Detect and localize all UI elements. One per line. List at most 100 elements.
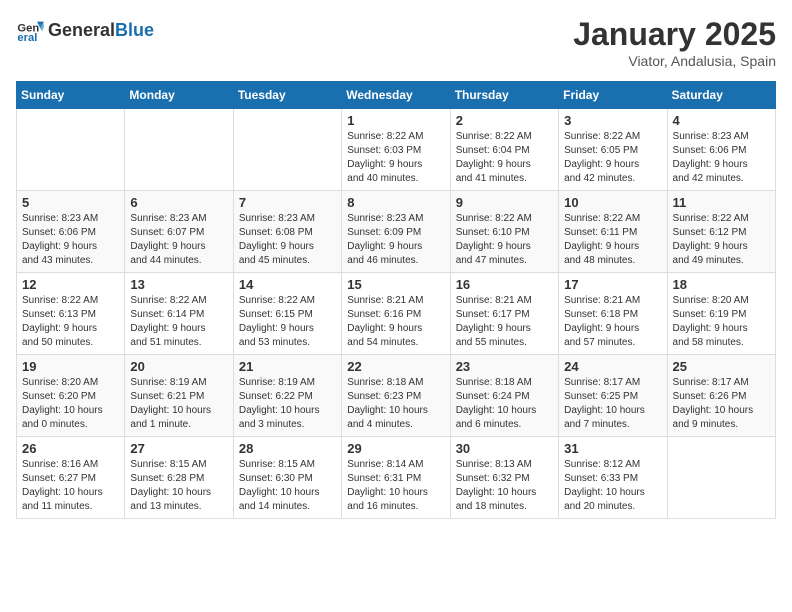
day-info: Sunrise: 8:15 AM Sunset: 6:28 PM Dayligh… [130, 458, 227, 514]
title-block: January 2025 Viator, Andalusia, Spain [573, 16, 776, 69]
calendar-cell: 22Sunrise: 8:18 AM Sunset: 6:23 PM Dayli… [342, 355, 450, 437]
header-sunday: Sunday [17, 82, 125, 109]
day-info: Sunrise: 8:20 AM Sunset: 6:20 PM Dayligh… [22, 376, 119, 432]
day-info: Sunrise: 8:21 AM Sunset: 6:17 PM Dayligh… [456, 294, 553, 350]
day-number: 13 [130, 277, 227, 292]
day-info: Sunrise: 8:22 AM Sunset: 6:14 PM Dayligh… [130, 294, 227, 350]
day-number: 1 [347, 113, 444, 128]
day-number: 24 [564, 359, 661, 374]
day-number: 21 [239, 359, 336, 374]
day-number: 14 [239, 277, 336, 292]
svg-text:eral: eral [17, 32, 37, 44]
day-info: Sunrise: 8:16 AM Sunset: 6:27 PM Dayligh… [22, 458, 119, 514]
day-number: 28 [239, 441, 336, 456]
calendar-week-2: 5 Sunrise: 8:23 AM Sunset: 6:06 PM Daylig… [17, 191, 776, 273]
calendar-cell: 21 Sunrise: 8:19 AM Sunset: 6:22 PM Dayli… [233, 355, 341, 437]
day-info: Sunrise: 8:22 AM Sunset: 6:05 PM Dayligh… [564, 130, 661, 186]
day-info: Sunrise: 8:22 AM Sunset: 6:15 PM Dayligh… [239, 294, 336, 350]
calendar-cell: 1 Sunrise: 8:22 AM Sunset: 6:03 PM Daylig… [342, 109, 450, 191]
calendar-cell: 27 Sunrise: 8:15 AM Sunset: 6:28 PM Dayli… [125, 437, 233, 519]
day-info: Sunrise: 8:21 AM Sunset: 6:18 PM Dayligh… [564, 294, 661, 350]
calendar-week-4: 19Sunrise: 8:20 AM Sunset: 6:20 PM Dayli… [17, 355, 776, 437]
calendar-cell: 19Sunrise: 8:20 AM Sunset: 6:20 PM Dayli… [17, 355, 125, 437]
logo-icon: Gen eral [16, 16, 44, 44]
day-info: Sunrise: 8:17 AM Sunset: 6:26 PM Dayligh… [673, 376, 770, 432]
day-info: Sunrise: 8:14 AM Sunset: 6:31 PM Dayligh… [347, 458, 444, 514]
calendar-cell: 8Sunrise: 8:23 AM Sunset: 6:09 PM Daylig… [342, 191, 450, 273]
day-info: Sunrise: 8:21 AM Sunset: 6:16 PM Dayligh… [347, 294, 444, 350]
calendar-cell [17, 109, 125, 191]
day-number: 20 [130, 359, 227, 374]
calendar-cell: 29 Sunrise: 8:14 AM Sunset: 6:31 PM Dayli… [342, 437, 450, 519]
calendar-table: Sunday Monday Tuesday Wednesday Thursday… [16, 81, 776, 519]
day-info: Sunrise: 8:12 AM Sunset: 6:33 PM Dayligh… [564, 458, 661, 514]
day-number: 23 [456, 359, 553, 374]
day-number: 8 [347, 195, 444, 210]
calendar-cell: 31Sunrise: 8:12 AM Sunset: 6:33 PM Dayli… [559, 437, 667, 519]
calendar-cell: 28 Sunrise: 8:15 AM Sunset: 6:30 PM Dayli… [233, 437, 341, 519]
calendar-cell: 14 Sunrise: 8:22 AM Sunset: 6:15 PM Dayli… [233, 273, 341, 355]
calendar-cell: 30 Sunrise: 8:13 AM Sunset: 6:32 PM Dayli… [450, 437, 558, 519]
calendar-cell: 23 Sunrise: 8:18 AM Sunset: 6:24 PM Dayli… [450, 355, 558, 437]
calendar-cell: 4 Sunrise: 8:23 AM Sunset: 6:06 PM Daylig… [667, 109, 775, 191]
day-number: 29 [347, 441, 444, 456]
day-number: 2 [456, 113, 553, 128]
calendar-cell: 20Sunrise: 8:19 AM Sunset: 6:21 PM Dayli… [125, 355, 233, 437]
calendar-week-5: 26 Sunrise: 8:16 AM Sunset: 6:27 PM Dayli… [17, 437, 776, 519]
day-info: Sunrise: 8:22 AM Sunset: 6:11 PM Dayligh… [564, 212, 661, 268]
day-number: 10 [564, 195, 661, 210]
day-info: Sunrise: 8:23 AM Sunset: 6:07 PM Dayligh… [130, 212, 227, 268]
calendar-location: Viator, Andalusia, Spain [573, 53, 776, 69]
day-info: Sunrise: 8:18 AM Sunset: 6:24 PM Dayligh… [456, 376, 553, 432]
header-thursday: Thursday [450, 82, 558, 109]
calendar-title: January 2025 [573, 16, 776, 53]
calendar-week-1: 1 Sunrise: 8:22 AM Sunset: 6:03 PM Daylig… [17, 109, 776, 191]
day-number: 5 [22, 195, 119, 210]
calendar-cell: 2 Sunrise: 8:22 AM Sunset: 6:04 PM Daylig… [450, 109, 558, 191]
day-info: Sunrise: 8:22 AM Sunset: 6:13 PM Dayligh… [22, 294, 119, 350]
day-number: 11 [673, 195, 770, 210]
header-friday: Friday [559, 82, 667, 109]
day-info: Sunrise: 8:22 AM Sunset: 6:12 PM Dayligh… [673, 212, 770, 268]
day-info: Sunrise: 8:17 AM Sunset: 6:25 PM Dayligh… [564, 376, 661, 432]
calendar-cell: 10 Sunrise: 8:22 AM Sunset: 6:11 PM Dayli… [559, 191, 667, 273]
day-number: 25 [673, 359, 770, 374]
calendar-cell: 24 Sunrise: 8:17 AM Sunset: 6:25 PM Dayli… [559, 355, 667, 437]
day-number: 6 [130, 195, 227, 210]
day-info: Sunrise: 8:23 AM Sunset: 6:08 PM Dayligh… [239, 212, 336, 268]
day-number: 4 [673, 113, 770, 128]
calendar-cell: 11 Sunrise: 8:22 AM Sunset: 6:12 PM Dayli… [667, 191, 775, 273]
day-info: Sunrise: 8:22 AM Sunset: 6:04 PM Dayligh… [456, 130, 553, 186]
calendar-week-3: 12Sunrise: 8:22 AM Sunset: 6:13 PM Dayli… [17, 273, 776, 355]
calendar-cell: 9 Sunrise: 8:22 AM Sunset: 6:10 PM Daylig… [450, 191, 558, 273]
calendar-cell: 25 Sunrise: 8:17 AM Sunset: 6:26 PM Dayli… [667, 355, 775, 437]
day-number: 17 [564, 277, 661, 292]
day-info: Sunrise: 8:23 AM Sunset: 6:06 PM Dayligh… [673, 130, 770, 186]
calendar-cell: 17 Sunrise: 8:21 AM Sunset: 6:18 PM Dayli… [559, 273, 667, 355]
day-info: Sunrise: 8:23 AM Sunset: 6:06 PM Dayligh… [22, 212, 119, 268]
calendar-cell: 26 Sunrise: 8:16 AM Sunset: 6:27 PM Dayli… [17, 437, 125, 519]
calendar-cell [667, 437, 775, 519]
header-monday: Monday [125, 82, 233, 109]
day-number: 22 [347, 359, 444, 374]
page-header: Gen eral GeneralBlue January 2025 Viator… [16, 16, 776, 69]
header-tuesday: Tuesday [233, 82, 341, 109]
day-number: 18 [673, 277, 770, 292]
calendar-cell: 6 Sunrise: 8:23 AM Sunset: 6:07 PM Daylig… [125, 191, 233, 273]
calendar-cell: 12Sunrise: 8:22 AM Sunset: 6:13 PM Dayli… [17, 273, 125, 355]
day-number: 9 [456, 195, 553, 210]
day-info: Sunrise: 8:22 AM Sunset: 6:10 PM Dayligh… [456, 212, 553, 268]
day-number: 26 [22, 441, 119, 456]
day-info: Sunrise: 8:13 AM Sunset: 6:32 PM Dayligh… [456, 458, 553, 514]
day-number: 30 [456, 441, 553, 456]
day-number: 15 [347, 277, 444, 292]
day-info: Sunrise: 8:15 AM Sunset: 6:30 PM Dayligh… [239, 458, 336, 514]
calendar-cell: 16Sunrise: 8:21 AM Sunset: 6:17 PM Dayli… [450, 273, 558, 355]
calendar-cell [233, 109, 341, 191]
day-info: Sunrise: 8:19 AM Sunset: 6:22 PM Dayligh… [239, 376, 336, 432]
calendar-cell: 13 Sunrise: 8:22 AM Sunset: 6:14 PM Dayli… [125, 273, 233, 355]
day-number: 27 [130, 441, 227, 456]
header-wednesday: Wednesday [342, 82, 450, 109]
day-info: Sunrise: 8:22 AM Sunset: 6:03 PM Dayligh… [347, 130, 444, 186]
day-number: 7 [239, 195, 336, 210]
